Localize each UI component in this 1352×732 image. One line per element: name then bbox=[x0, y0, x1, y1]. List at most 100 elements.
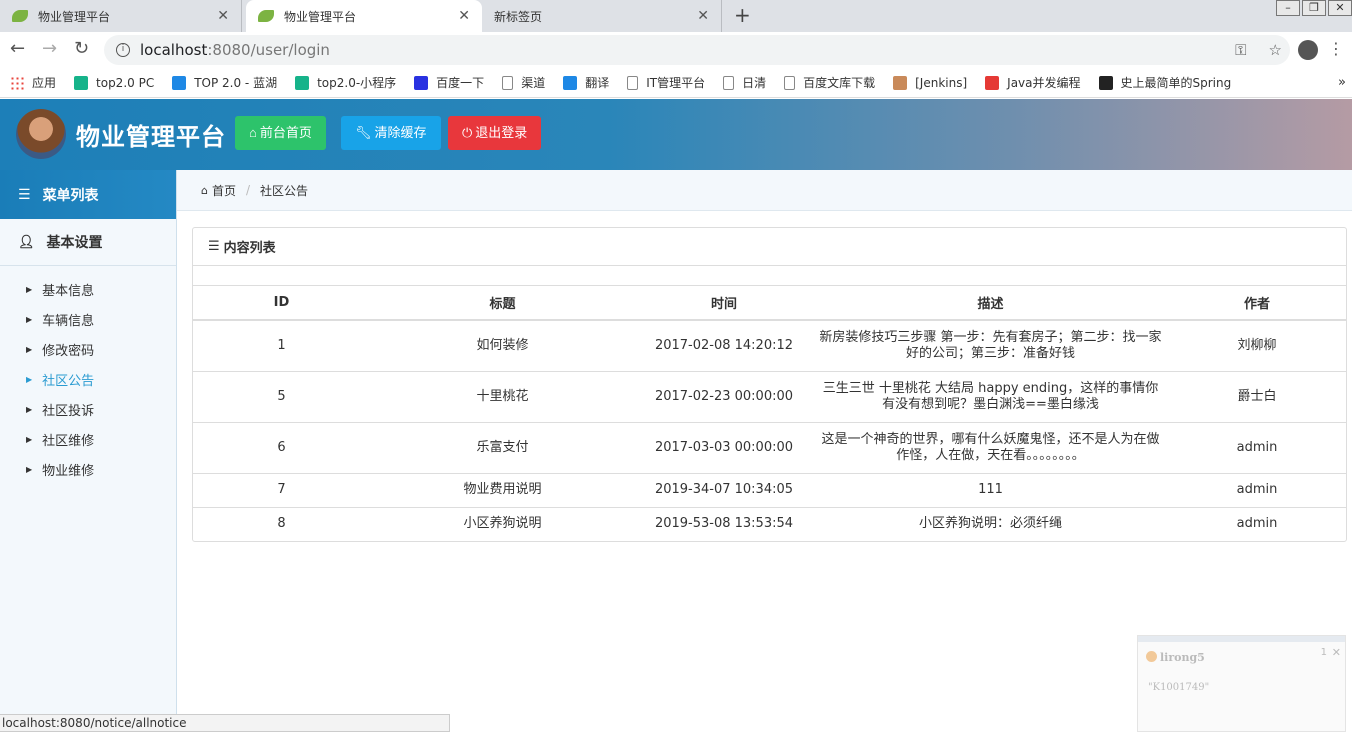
back-arrow-icon[interactable]: ← bbox=[10, 38, 25, 59]
info-icon[interactable]: i bbox=[116, 43, 130, 57]
bookmark-item[interactable]: Java并发编程 bbox=[985, 74, 1080, 91]
sidebar-item[interactable]: ▶修改密码 bbox=[0, 334, 176, 364]
description-text: 新房装修技巧三步骤 第一步：先有套房子；第二步：找一家好的公司；第三步：准备好钱 bbox=[818, 330, 1163, 362]
chat-user: lirong5 bbox=[1146, 651, 1205, 664]
caret-right-icon: ▶ bbox=[26, 315, 32, 324]
list-icon: ☰ bbox=[208, 239, 220, 254]
description-text: 111 bbox=[818, 482, 1163, 498]
table-row[interactable]: 6乐富支付2017-03-03 00:00:00这是一个神奇的世界，哪有什么妖魔… bbox=[193, 422, 1346, 473]
bookmark-item[interactable]: 渠道 bbox=[502, 74, 545, 91]
chat-notification-popup[interactable]: lirong5 1 ✕ "K1001749" bbox=[1137, 635, 1346, 732]
tab-close-icon[interactable]: ✕ bbox=[697, 8, 709, 24]
clear-cache-button[interactable]: 🔧︎清除缓存 bbox=[341, 116, 441, 150]
caret-right-icon: ▶ bbox=[26, 375, 32, 384]
power-icon: ⏻ bbox=[462, 125, 472, 140]
chat-count: 1 bbox=[1321, 647, 1327, 658]
caret-right-icon: ▶ bbox=[26, 405, 32, 414]
close-window-icon[interactable]: ✕ bbox=[1328, 0, 1352, 16]
popup-top-bar bbox=[1138, 636, 1345, 642]
close-icon[interactable]: ✕ bbox=[1332, 646, 1341, 659]
sidebar-item[interactable]: ▶社区投诉 bbox=[0, 394, 176, 424]
cell-time: 2017-02-23 00:00:00 bbox=[635, 371, 813, 422]
address-bar-row: ← → ↻ i localhost :8080/user/login ⚿ ☆ ⋮ bbox=[0, 32, 1352, 68]
new-tab-icon[interactable]: + bbox=[734, 3, 751, 27]
table-row[interactable]: 7物业费用说明2019-34-07 10:34:05111admin bbox=[193, 473, 1346, 507]
browser-tab[interactable]: 新标签页 ✕ bbox=[482, 0, 722, 32]
cell-desc: 三生三世 十里桃花 大结局 happy ending，这样的事情你有没有想到呢？… bbox=[813, 371, 1168, 422]
url-host: localhost bbox=[140, 41, 207, 59]
bookmark-item[interactable]: top2.0-小程序 bbox=[295, 74, 396, 91]
reload-icon[interactable]: ↻ bbox=[74, 38, 89, 59]
logout-button[interactable]: ⏻退出登录 bbox=[448, 116, 541, 150]
cell-time: 2019-53-08 13:53:54 bbox=[635, 507, 813, 541]
home-icon: ⌂ bbox=[201, 184, 208, 197]
bookmark-label: 日清 bbox=[742, 74, 766, 91]
bookmark-label: Java并发编程 bbox=[1007, 74, 1080, 91]
content-panel: ☰ 内容列表 ID 标题 时间 描述 作者 1如何装修2017-02-08 14… bbox=[192, 227, 1347, 542]
description-text: 三生三世 十里桃花 大结局 happy ending，这样的事情你有没有想到呢？… bbox=[818, 381, 1163, 413]
bookmark-item[interactable]: top2.0 PC bbox=[74, 76, 154, 90]
bookmark-item[interactable]: IT管理平台 bbox=[627, 74, 705, 91]
menu-list: ▶基本信息▶车辆信息▶修改密码▶社区公告▶社区投诉▶社区维修▶物业维修 bbox=[0, 266, 176, 484]
bookmark-item[interactable]: [Jenkins] bbox=[893, 76, 967, 90]
cell-id: 1 bbox=[193, 320, 370, 371]
panel-toolbar bbox=[193, 266, 1346, 286]
table-row[interactable]: 1如何装修2017-02-08 14:20:12新房装修技巧三步骤 第一步：先有… bbox=[193, 320, 1346, 371]
translate-icon bbox=[563, 76, 577, 90]
maximize-icon[interactable]: ❐ bbox=[1302, 0, 1326, 16]
apps-grid-icon bbox=[10, 76, 24, 90]
description-text: 这是一个神奇的世界，哪有什么妖魔鬼怪，还不是人为在做作怪，人在做，天在看。。。。… bbox=[818, 432, 1163, 464]
bookmark-item[interactable]: 日清 bbox=[723, 74, 766, 91]
front-home-button[interactable]: ⌂前台首页 bbox=[235, 116, 326, 150]
sidebar-item[interactable]: ▶基本信息 bbox=[0, 274, 176, 304]
forward-arrow-icon[interactable]: → bbox=[42, 38, 57, 59]
bookmark-item[interactable]: 百度一下 bbox=[414, 74, 484, 91]
cell-title: 如何装修 bbox=[370, 320, 635, 371]
group-basic-settings[interactable]: 👤︎ 基本设置 bbox=[0, 219, 176, 266]
star-icon[interactable]: ☆ bbox=[1269, 41, 1282, 59]
cell-desc: 111 bbox=[813, 473, 1168, 507]
breadcrumb-home[interactable]: 首页 bbox=[212, 182, 236, 199]
page-icon bbox=[723, 76, 734, 90]
cell-id: 8 bbox=[193, 507, 370, 541]
button-label: 前台首页 bbox=[260, 125, 312, 140]
tab-close-icon[interactable]: ✕ bbox=[458, 8, 470, 24]
menu-list-header: ☰ 菜单列表 bbox=[0, 170, 176, 219]
panel-header: ☰ 内容列表 bbox=[193, 228, 1346, 266]
home-icon: ⌂ bbox=[249, 125, 257, 140]
bookmark-item[interactable]: 应用 bbox=[10, 74, 56, 91]
menu-kebab-icon[interactable]: ⋮ bbox=[1328, 39, 1344, 58]
leaf-favicon-icon bbox=[258, 10, 274, 22]
bookmark-item[interactable]: TOP 2.0 - 蓝湖 bbox=[172, 74, 277, 91]
profile-avatar-icon[interactable] bbox=[1298, 40, 1318, 60]
caret-right-icon: ▶ bbox=[26, 285, 32, 294]
bookmark-label: top2.0 PC bbox=[96, 76, 154, 90]
key-icon[interactable]: ⚿ bbox=[1235, 41, 1246, 59]
bookmarks-overflow-icon[interactable]: » bbox=[1338, 75, 1346, 90]
column-header: 标题 bbox=[370, 286, 635, 320]
minimize-icon[interactable]: – bbox=[1276, 0, 1300, 16]
url-input[interactable]: i localhost :8080/user/login bbox=[104, 35, 1290, 65]
sidebar-item[interactable]: ▶社区维修 bbox=[0, 424, 176, 454]
breadcrumb: ⌂ 首页 / 社区公告 bbox=[177, 170, 1352, 211]
avatar-logo bbox=[16, 109, 66, 159]
bookmark-item[interactable]: 史上最简单的Spring bbox=[1099, 74, 1232, 91]
sidebar-item[interactable]: ▶车辆信息 bbox=[0, 304, 176, 334]
sidebar-item-active[interactable]: ▶社区公告 bbox=[0, 364, 176, 394]
bookmark-item[interactable]: 百度文库下载 bbox=[784, 74, 875, 91]
tab-title: 物业管理平台 bbox=[38, 8, 211, 25]
sidebar-item-label: 物业维修 bbox=[42, 460, 94, 479]
cell-author: admin bbox=[1168, 507, 1346, 541]
table-row[interactable]: 5十里桃花2017-02-23 00:00:00三生三世 十里桃花 大结局 ha… bbox=[193, 371, 1346, 422]
tab-close-icon[interactable]: ✕ bbox=[217, 8, 229, 24]
page-icon bbox=[784, 76, 795, 90]
table-row[interactable]: 8小区养狗说明2019-53-08 13:53:54小区养狗说明：必须纤绳adm… bbox=[193, 507, 1346, 541]
bookmark-item[interactable]: 翻译 bbox=[563, 74, 609, 91]
cell-desc: 这是一个神奇的世界，哪有什么妖魔鬼怪，还不是人为在做作怪，人在做，天在看。。。。… bbox=[813, 422, 1168, 473]
sidebar-item[interactable]: ▶物业维修 bbox=[0, 454, 176, 484]
browser-tab[interactable]: 物业管理平台 ✕ bbox=[0, 0, 242, 32]
browser-tab-active[interactable]: 物业管理平台 ✕ bbox=[246, 0, 482, 32]
breadcrumb-current: 社区公告 bbox=[260, 182, 308, 199]
description-text: 小区养狗说明：必须纤绳 bbox=[818, 516, 1163, 532]
caret-right-icon: ▶ bbox=[26, 435, 32, 444]
